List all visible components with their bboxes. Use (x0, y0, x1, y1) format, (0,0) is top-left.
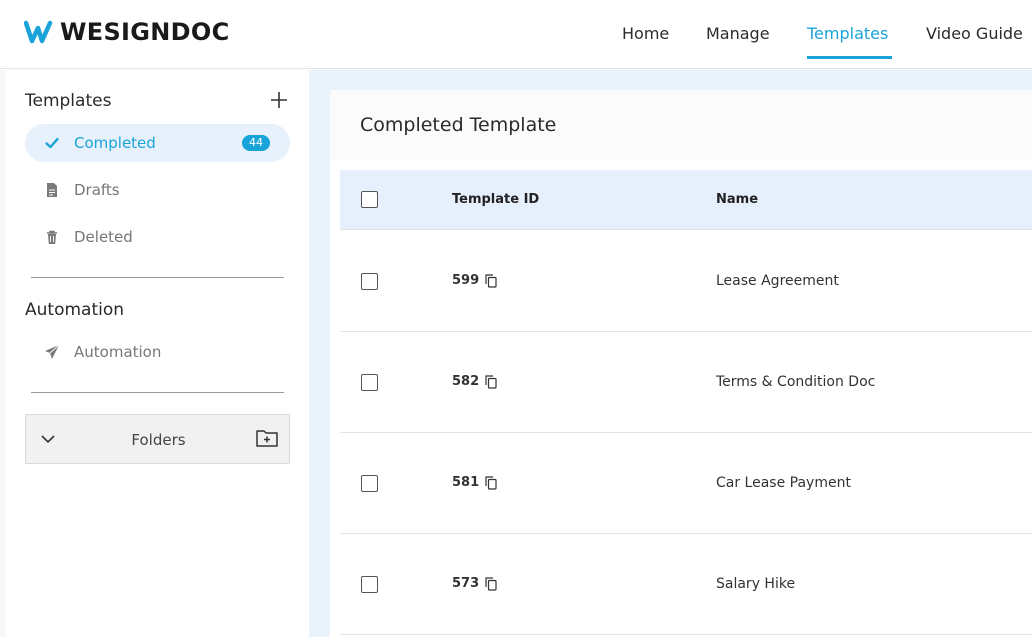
sidebar-automation-title: Automation (25, 300, 125, 320)
brand-name: WESIGNDOC (60, 18, 230, 46)
template-name[interactable]: Lease Agreement (716, 273, 839, 289)
sidebar-item-deleted[interactable]: Deleted (25, 218, 290, 256)
page-title: Completed Template (360, 114, 557, 136)
add-template-icon[interactable] (269, 90, 289, 110)
logo-w-icon (24, 20, 53, 44)
table-row[interactable]: 582 Terms & Condition Doc (340, 332, 1032, 433)
template-id-value: 581 (452, 475, 480, 490)
folders-label: Folders (131, 431, 186, 449)
nav-home[interactable]: Home (622, 24, 669, 43)
top-header: WESIGNDOC Home Manage Templates Video Gu… (0, 0, 1032, 69)
template-id-value: 582 (452, 374, 480, 389)
template-id: 582 (452, 374, 497, 389)
template-id: 573 (452, 576, 497, 591)
add-folder-icon[interactable] (255, 427, 279, 449)
template-name[interactable]: Salary Hike (716, 576, 795, 592)
template-id-value: 573 (452, 576, 480, 591)
copy-icon[interactable] (485, 374, 497, 389)
nav-active-indicator (807, 56, 892, 59)
row-checkbox[interactable] (361, 475, 378, 492)
select-all-checkbox[interactable] (361, 191, 378, 208)
nav-manage[interactable]: Manage (706, 24, 770, 43)
table-row[interactable]: 573 Salary Hike (340, 534, 1032, 635)
column-header-name[interactable]: Name (716, 192, 758, 207)
sidebar-item-label: Drafts (74, 181, 120, 199)
nav-video-guide[interactable]: Video Guide (926, 24, 1023, 43)
sidebar-templates-title: Templates (25, 91, 112, 111)
table-header: Template ID Name (340, 170, 1032, 230)
template-name[interactable]: Terms & Condition Doc (716, 374, 875, 390)
brand-logo[interactable]: WESIGNDOC (24, 17, 230, 47)
sidebar-divider (31, 277, 284, 278)
document-icon (47, 183, 57, 197)
sidebar-item-completed[interactable]: Completed 44 (25, 124, 290, 162)
trash-icon (47, 230, 57, 244)
folders-toggle[interactable]: Folders (25, 414, 290, 464)
sidebar-item-automation[interactable]: Automation (25, 333, 290, 371)
copy-icon[interactable] (485, 475, 497, 490)
table-row[interactable]: 599 Lease Agreement (340, 231, 1032, 332)
table-row[interactable]: 581 Car Lease Payment (340, 433, 1032, 534)
panel-header: Completed Template (330, 90, 1032, 160)
check-icon (45, 137, 59, 149)
copy-icon[interactable] (485, 273, 497, 288)
column-header-template-id[interactable]: Template ID (452, 192, 539, 207)
row-checkbox[interactable] (361, 374, 378, 391)
copy-icon[interactable] (485, 576, 497, 591)
template-id-value: 599 (452, 273, 480, 288)
count-badge: 44 (242, 135, 270, 151)
sidebar-item-label: Deleted (74, 228, 133, 246)
sidebar: Templates Completed 44 Drafts Deleted Au… (6, 70, 309, 637)
sidebar-divider (31, 392, 284, 393)
nav-templates[interactable]: Templates (807, 24, 888, 43)
sidebar-item-drafts[interactable]: Drafts (25, 171, 290, 209)
sidebar-item-label: Completed (74, 134, 156, 152)
template-id: 599 (452, 273, 497, 288)
template-name[interactable]: Car Lease Payment (716, 475, 851, 491)
main-content: Completed Template Template ID Name 599 … (309, 70, 1032, 637)
template-id: 581 (452, 475, 497, 490)
row-checkbox[interactable] (361, 273, 378, 290)
row-checkbox[interactable] (361, 576, 378, 593)
sidebar-item-label: Automation (74, 343, 162, 361)
paper-plane-icon (45, 344, 60, 359)
templates-panel: Completed Template Template ID Name 599 … (330, 90, 1032, 637)
